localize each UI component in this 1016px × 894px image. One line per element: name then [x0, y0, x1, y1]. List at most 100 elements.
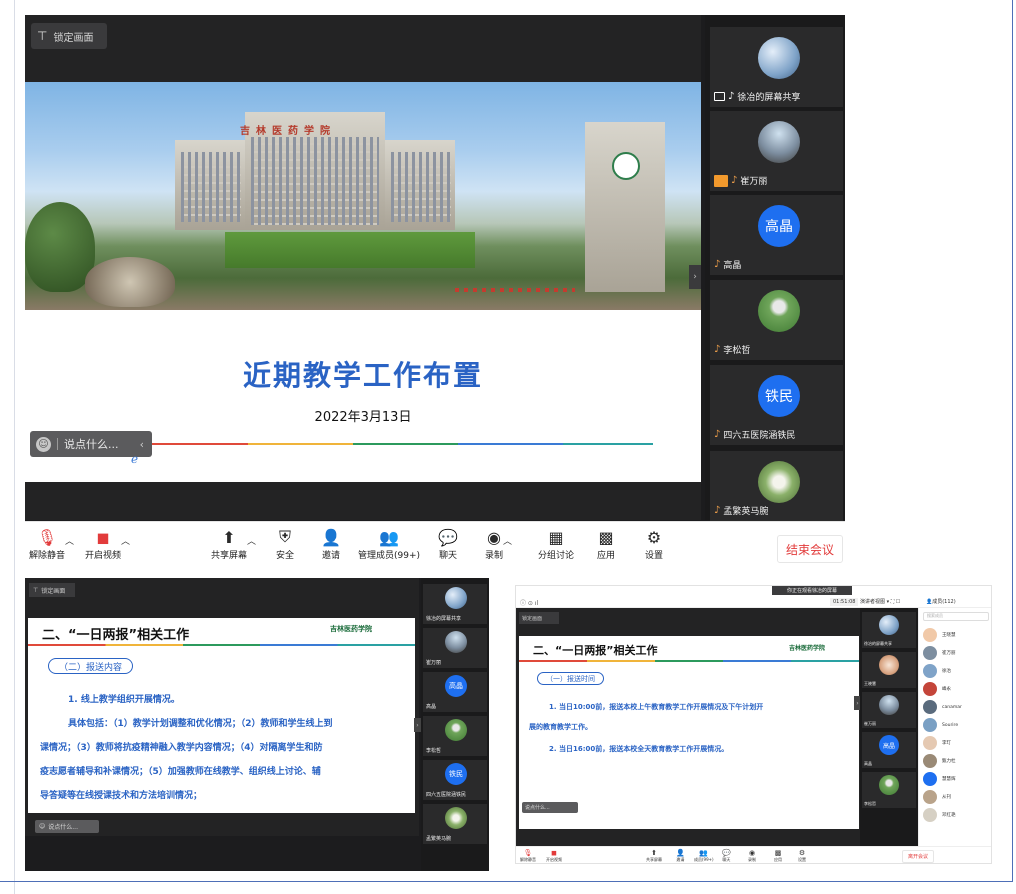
quick-chat-input[interactable]: 说点什么...	[522, 802, 578, 813]
member-item[interactable]: 甄力杜	[923, 754, 956, 768]
viewing-banner[interactable]: 你正在观看徐冶的屏幕	[772, 586, 852, 595]
lock-screen-button[interactable]: ⊤ 锁定画面	[29, 583, 75, 597]
member-item[interactable]: Sourire	[923, 718, 958, 732]
chat-button[interactable]: 💬 聊天	[438, 526, 458, 562]
start-video-button[interactable]: ◼ 开启视频	[546, 849, 562, 863]
member-item[interactable]: 慧慧辉	[923, 772, 956, 786]
members-label: 成员(112)	[932, 599, 956, 605]
security-button[interactable]: ⛨ 安全	[276, 526, 294, 561]
toolbar-area	[25, 836, 419, 871]
slide-date: 2022年3月13日	[314, 410, 412, 425]
participant-tile[interactable]: 高晶 高晶	[862, 732, 916, 768]
participant-tile[interactable]: 崔万丽	[862, 692, 916, 728]
settings-button[interactable]: ⚙ 设置	[798, 849, 806, 863]
record-button[interactable]: ◉ 录制	[748, 849, 756, 863]
participant-tile[interactable]: 铁民 ♪ 四六五医院涵铁民	[710, 365, 843, 445]
participant-tile[interactable]: 铁民 四六五医院涵铁民	[423, 760, 487, 800]
windows	[181, 152, 241, 222]
participant-tile[interactable]: 李松哲	[862, 772, 916, 808]
member-search-input[interactable]: 搜索成员	[923, 612, 989, 621]
emoji-icon[interactable]: ☺	[39, 823, 45, 830]
members-list: 搜索成员 王晓慧 崔万丽 徐冶 峰永 canamar Sourire 李玎 甄力…	[918, 608, 991, 846]
participant-tile[interactable]: ♪ 崔万丽	[710, 111, 843, 191]
member-name: 王晓慧	[942, 633, 956, 638]
share-screen-button[interactable]: ⬆ 共享屏幕	[646, 849, 662, 863]
mic-muted-icon: ♪	[714, 344, 721, 355]
avatar	[923, 790, 937, 804]
expand-panel-icon[interactable]: ›	[689, 265, 701, 289]
leave-meeting-button[interactable]: 离开会议	[902, 850, 934, 863]
participant-name: 崔万丽	[740, 177, 768, 187]
unmute-button[interactable]: 🎙 解除静音	[520, 849, 536, 863]
members-count[interactable]: 👤成员(112)	[926, 598, 956, 605]
participant-tile[interactable]: ♪ 孟繁英马腕	[710, 451, 843, 521]
expand-panel-icon[interactable]: ›	[414, 718, 421, 732]
gear-icon: ⚙	[646, 527, 662, 547]
member-item[interactable]: 王晓慧	[923, 628, 956, 642]
apps-label: 应用	[774, 857, 782, 862]
apps-button[interactable]: ▩ 应用	[774, 849, 782, 863]
member-item[interactable]: 徐冶	[923, 664, 951, 678]
invite-button[interactable]: 👤 邀请	[321, 526, 341, 562]
participant-tile[interactable]: 崔万丽	[423, 628, 487, 668]
slide-line: 疫志愿者辅导和补课情况；（5）加强教师在线教学、组织线上讨论、辅	[40, 767, 321, 777]
participant-tile[interactable]: 孟繁英马腕	[423, 804, 487, 844]
color-line-yellow	[248, 443, 353, 445]
end-meeting-button[interactable]: 结束会议	[777, 535, 843, 563]
emoji-icon[interactable]: ☺	[36, 436, 51, 452]
avatar	[923, 646, 937, 660]
participant-tile[interactable]: 高晶 ♪ 高晶	[710, 195, 843, 275]
breakout-button[interactable]: ▦ 分组讨论	[538, 526, 574, 562]
participant-tile[interactable]: 徐冶的屏幕共享	[862, 612, 916, 648]
members-button-label: 成员(99+)	[694, 857, 714, 862]
invite-button[interactable]: 👤 邀请	[676, 849, 685, 863]
participant-tile[interactable]: ♪ 徐冶的屏幕共享	[710, 27, 843, 107]
chevron-up-icon[interactable]: ︿	[65, 534, 74, 547]
start-video-button[interactable]: ◼ 开启视频 ︿	[85, 526, 130, 562]
lock-screen-button[interactable]: 锁定画面	[519, 612, 559, 624]
share-screen-button[interactable]: ⬆ 共享屏幕 ︿	[211, 526, 256, 562]
avatar	[445, 587, 467, 609]
participant-tile[interactable]: 李松哲	[423, 716, 487, 756]
chevron-up-icon[interactable]: ︿	[121, 534, 130, 547]
gear-icon: ⚙	[798, 849, 806, 857]
manage-members-button[interactable]: 👥 管理成员(99+)	[358, 526, 420, 562]
presentation-slide: 二、“一日两报”相关工作 吉林医药学院 （一）报送时间 1. 当日10:00前，…	[519, 636, 859, 829]
share-screen-label: 共享屏幕	[646, 857, 662, 862]
lock-screen-button[interactable]: ⊤ 锁定画面	[31, 23, 107, 49]
chevron-up-icon[interactable]: ︿	[247, 534, 256, 547]
chevron-up-icon[interactable]: ︿	[503, 534, 512, 547]
participant-tile[interactable]: 高晶 高晶	[423, 672, 487, 712]
chat-label: 聊天	[722, 857, 731, 862]
member-name: 李玎	[942, 741, 951, 746]
participant-name-row: ♪ 李松哲	[714, 343, 750, 356]
member-item[interactable]: 崔万丽	[923, 646, 956, 660]
avatar	[445, 807, 467, 829]
view-switch[interactable]: 演讲者视图 ▾ ⛶ ☐	[860, 598, 900, 605]
record-button[interactable]: ◉ 录制 ︿	[485, 526, 512, 562]
member-name: Sourire	[942, 722, 959, 728]
quick-chat-input[interactable]: ☺ 说点什么...	[35, 820, 99, 833]
avatar-initials: 高晶	[879, 735, 899, 755]
settings-button[interactable]: ⚙ 设置	[645, 526, 663, 562]
members-button[interactable]: 👥 成员(99+)	[694, 849, 714, 863]
color-line	[28, 644, 415, 646]
member-item[interactable]: 峰永	[923, 682, 951, 696]
participant-tile[interactable]: 徐冶的屏幕共享	[423, 584, 487, 624]
avatar	[923, 628, 937, 642]
slide-line: 导答疑等在线授课技术和方法培训情况；	[40, 791, 203, 801]
participant-tile[interactable]: ♪ 李松哲	[710, 280, 843, 360]
chat-button[interactable]: 💬 聊天	[722, 849, 731, 863]
apps-button[interactable]: ▩ 应用	[597, 526, 615, 562]
member-name: 从刊	[942, 795, 951, 800]
member-item[interactable]: 从刊	[923, 790, 951, 804]
color-line-red	[143, 443, 248, 445]
member-item[interactable]: canamar	[923, 700, 962, 714]
member-item[interactable]: 李玎	[923, 736, 951, 750]
participant-name: 崔万丽	[426, 660, 442, 666]
host-icon	[714, 174, 728, 187]
unmute-button[interactable]: 🎙 解除静音 ︿	[29, 526, 74, 562]
member-item[interactable]: 邓红艳	[923, 808, 956, 822]
participant-tile[interactable]: 王晓慧	[862, 652, 916, 688]
collapse-icon[interactable]: ‹	[140, 438, 144, 451]
